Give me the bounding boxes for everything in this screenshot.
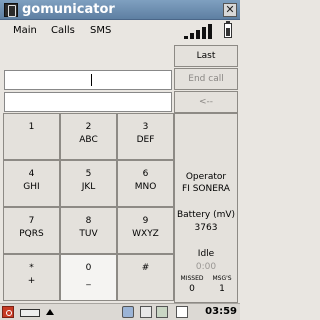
key-2[interactable]: 2 ABC: [60, 113, 117, 160]
key-letters: ABC: [79, 135, 98, 145]
key-0[interactable]: 0 _: [60, 254, 117, 301]
menu-main[interactable]: Main: [13, 25, 37, 36]
keypad: 1 2 ABC 3 DEF 4 GHI 5 JKL 6 MNO 7 PQRS 8…: [3, 113, 174, 303]
key-letters: +: [27, 276, 36, 286]
close-icon[interactable]: ✕: [223, 3, 237, 17]
key-7[interactable]: 7 PQRS: [3, 207, 60, 254]
missed-label: MISSED: [180, 275, 204, 282]
key-hash[interactable]: #: [117, 254, 174, 301]
signal-bar: [202, 27, 206, 39]
title-bar: gomunicator ✕: [0, 0, 240, 20]
missed-count: 0: [189, 284, 195, 294]
backspace-button[interactable]: <--: [174, 91, 238, 113]
key-digit: #: [141, 263, 150, 273]
signal-bar: [184, 36, 188, 39]
battery-icon: [224, 21, 232, 38]
key-letters: MNO: [134, 182, 157, 192]
key-digit: 6: [142, 169, 149, 179]
key-letters: JKL: [81, 182, 96, 192]
key-digit: 3: [142, 122, 149, 132]
key-9[interactable]: 9 WXYZ: [117, 207, 174, 254]
status-panel: Operator FI SONERA Battery (mV) 3763 Idl…: [174, 113, 238, 303]
msgs-label: MSG'S: [212, 275, 232, 282]
end-call-button[interactable]: End call: [174, 68, 238, 90]
key-letters: DEF: [136, 135, 155, 145]
signal-bar: [208, 24, 212, 39]
phone-icon[interactable]: [122, 306, 134, 318]
battery-value: 3763: [194, 223, 218, 233]
key-letters: PQRS: [19, 229, 44, 239]
signal-bar: [190, 33, 194, 39]
operator-label: Operator: [185, 172, 227, 182]
menu-bar: Main Calls SMS: [0, 20, 172, 42]
key-digit: 4: [28, 169, 35, 179]
call-state: Idle: [197, 249, 215, 259]
key-digit: 1: [28, 122, 35, 132]
applet-icon[interactable]: [156, 306, 168, 318]
key-8[interactable]: 8 TUV: [60, 207, 117, 254]
window-title: gomunicator: [22, 2, 115, 17]
keyboard-icon[interactable]: [20, 309, 40, 317]
key-digit: 0: [85, 263, 92, 273]
operator-name: FI SONERA: [182, 184, 230, 194]
key-digit: 2: [85, 122, 92, 132]
info-field: [4, 92, 172, 112]
key-3[interactable]: 3 DEF: [117, 113, 174, 160]
key-5[interactable]: 5 JKL: [60, 160, 117, 207]
key-letters: WXYZ: [132, 229, 159, 239]
clock: 03:59: [205, 306, 237, 317]
key-letters: GHI: [23, 182, 40, 192]
key-digit: 8: [85, 216, 92, 226]
power-icon[interactable]: [176, 306, 188, 318]
call-timer: 0:00: [195, 262, 217, 272]
key-digit: 9: [142, 216, 149, 226]
taskbar: 03:59: [0, 303, 240, 320]
signal-battery-indicator: [176, 21, 238, 42]
up-arrow-icon[interactable]: [46, 309, 54, 315]
key-4[interactable]: 4 GHI: [3, 160, 60, 207]
key-6[interactable]: 6 MNO: [117, 160, 174, 207]
phone-app-icon: [4, 3, 18, 17]
key-digit: 7: [28, 216, 35, 226]
key-digit: *: [29, 263, 34, 273]
key-letters: TUV: [79, 229, 98, 239]
signal-bar: [196, 30, 200, 39]
key-star[interactable]: * +: [3, 254, 60, 301]
network-icon[interactable]: [140, 306, 152, 318]
number-input[interactable]: [4, 70, 172, 90]
key-digit: 5: [85, 169, 92, 179]
menu-sms[interactable]: SMS: [90, 25, 111, 36]
key-letters: _: [86, 276, 91, 286]
menu-calls[interactable]: Calls: [51, 25, 75, 36]
battery-label: Battery (mV): [176, 210, 236, 220]
text-cursor: [91, 74, 92, 86]
msgs-count: 1: [219, 284, 225, 294]
key-1[interactable]: 1: [3, 113, 60, 160]
last-button[interactable]: Last: [174, 45, 238, 67]
start-menu-icon[interactable]: [2, 306, 14, 318]
